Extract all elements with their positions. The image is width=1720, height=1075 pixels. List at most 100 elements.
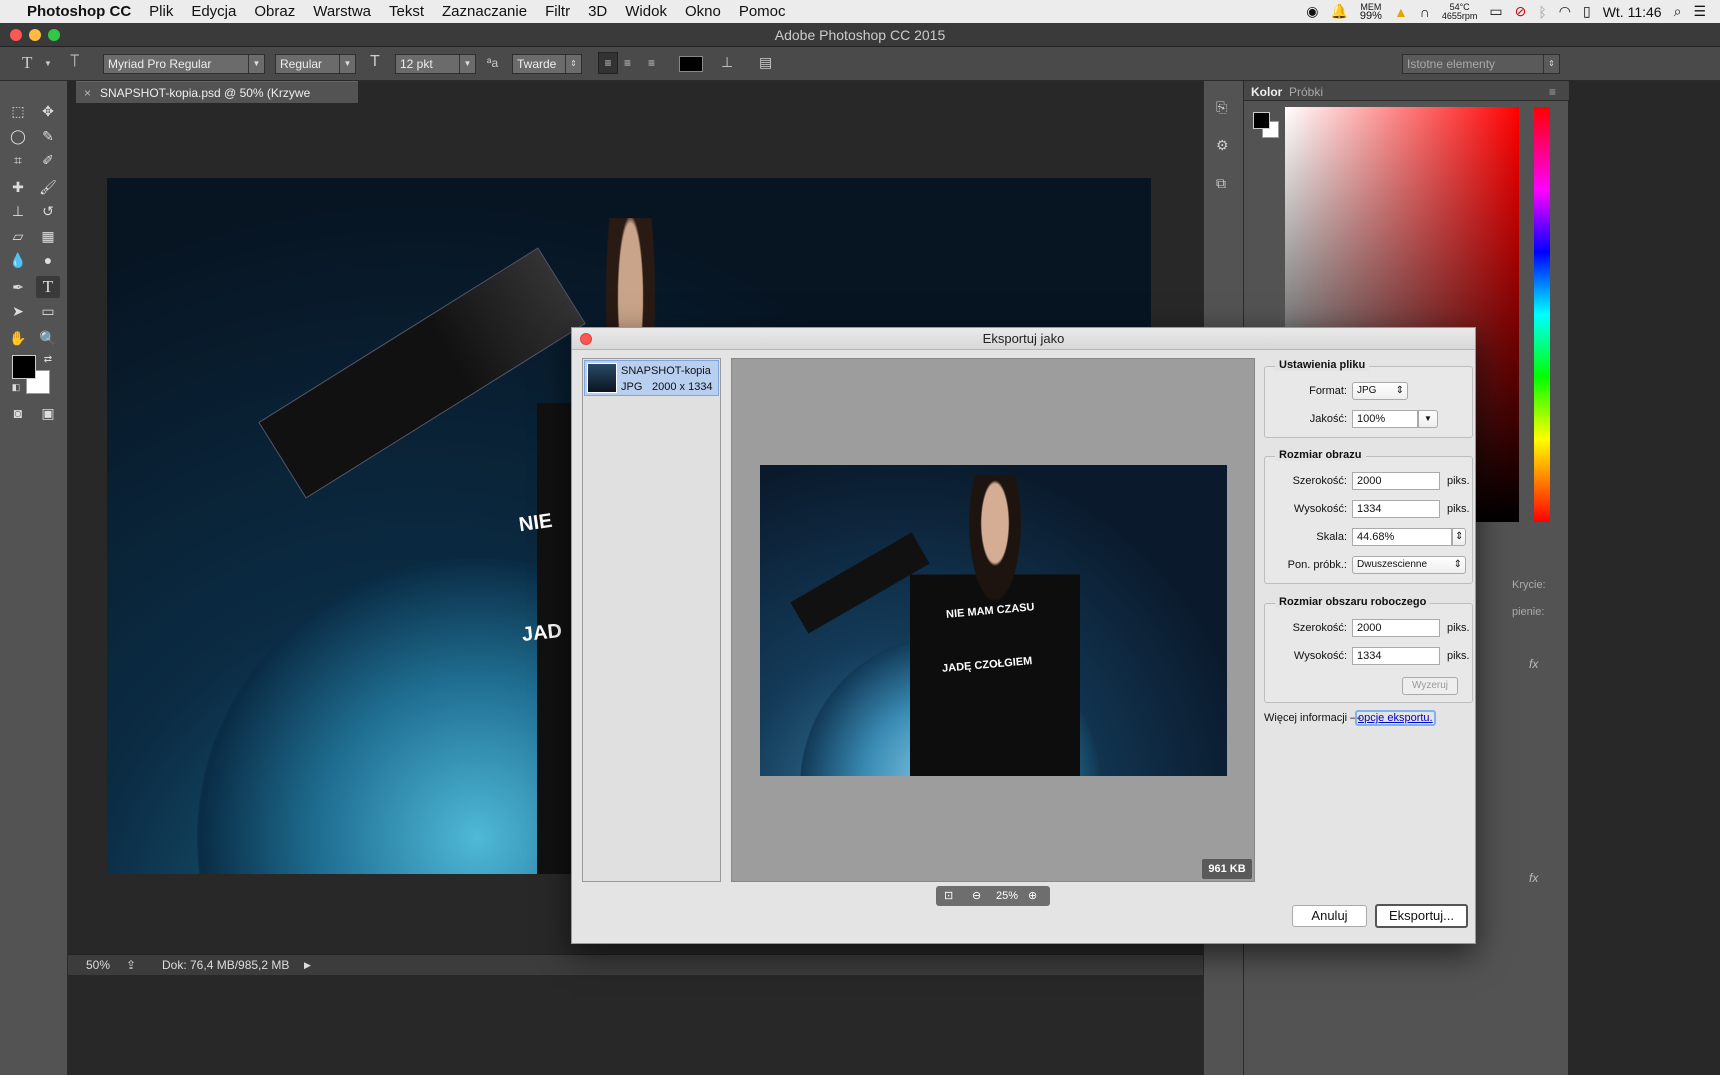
export-options-link[interactable]: opcje eksportu.: [1355, 710, 1436, 726]
wifi-icon[interactable]: ◠: [1559, 3, 1571, 20]
close-icon[interactable]: ×: [84, 82, 91, 104]
menu-filtr[interactable]: Filtr: [536, 3, 579, 20]
adjustments-panel-icon[interactable]: ⚙: [1216, 137, 1229, 154]
rectangle-tool-icon[interactable]: ▭: [36, 300, 60, 322]
tab-kolor[interactable]: Kolor: [1251, 85, 1282, 99]
shield-icon[interactable]: ∩: [1420, 4, 1430, 20]
spotlight-search-icon[interactable]: ⌕: [1674, 3, 1682, 20]
quality-dropdown-chevron-icon[interactable]: ▼: [1418, 410, 1438, 428]
zoom-out-icon[interactable]: ⊖: [972, 886, 981, 906]
panel-foreground-swatch[interactable]: [1253, 112, 1270, 129]
canvas-height-input[interactable]: 1334: [1352, 647, 1440, 665]
history-brush-tool-icon[interactable]: ↺: [36, 200, 60, 222]
swap-colors-icon[interactable]: ⇄: [36, 349, 60, 371]
quick-selection-tool-icon[interactable]: ✎: [36, 125, 60, 147]
quick-mask-icon[interactable]: ◙: [6, 402, 30, 424]
align-left-icon[interactable]: ≡: [598, 52, 618, 74]
eraser-tool-icon[interactable]: ▱: [6, 225, 30, 247]
window-close-button[interactable]: [10, 29, 22, 41]
memory-indicator[interactable]: MEM 99%: [1360, 2, 1382, 21]
text-color-swatch[interactable]: [679, 56, 703, 72]
align-right-icon[interactable]: ≡: [648, 56, 655, 70]
clone-stamp-tool-icon[interactable]: ⊥: [6, 200, 30, 222]
eyedropper-tool-icon[interactable]: ✐: [36, 149, 60, 171]
scale-stepper-icon[interactable]: ⇕: [1452, 528, 1466, 546]
screen-mode-icon[interactable]: ▣: [36, 402, 60, 424]
type-tool-icon[interactable]: T: [36, 276, 60, 298]
menu-okno[interactable]: Okno: [676, 3, 730, 20]
menu-plik[interactable]: Plik: [140, 3, 182, 20]
clock[interactable]: Wt. 11:46: [1603, 4, 1662, 20]
notification-center-icon[interactable]: ☰: [1693, 3, 1706, 20]
text-orientation-icon[interactable]: ⟙: [70, 53, 79, 71]
status-menu-arrow-icon[interactable]: ▶: [304, 955, 311, 976]
zoom-tool-icon[interactable]: 🔍: [36, 327, 60, 349]
scale-input[interactable]: 44.68%: [1352, 528, 1452, 546]
canvas-width-input[interactable]: 2000: [1352, 619, 1440, 637]
layer-fx-icon-2[interactable]: fx: [1529, 871, 1538, 885]
menu-zaznaczanie[interactable]: Zaznaczanie: [433, 3, 536, 20]
cancel-button[interactable]: Anuluj: [1292, 905, 1367, 927]
panel-menu-icon[interactable]: ≡: [1549, 85, 1556, 99]
zoom-level[interactable]: 50%: [86, 955, 110, 976]
align-center-icon[interactable]: ≡: [624, 56, 631, 70]
warp-text-icon[interactable]: ⊥: [721, 54, 733, 71]
hand-tool-icon[interactable]: ✋: [6, 327, 30, 349]
brush-tool-icon[interactable]: 🖌: [36, 176, 60, 198]
menu-3d[interactable]: 3D: [579, 3, 616, 20]
menu-tekst[interactable]: Tekst: [380, 3, 433, 20]
blur-tool-icon[interactable]: 💧: [6, 249, 30, 271]
menu-edycja[interactable]: Edycja: [182, 3, 245, 20]
window-minimize-button[interactable]: [29, 29, 41, 41]
menu-warstwa[interactable]: Warstwa: [304, 3, 380, 20]
layer-fx-icon[interactable]: fx: [1529, 657, 1538, 671]
tab-probki[interactable]: Próbki: [1289, 85, 1323, 99]
menu-pomoc[interactable]: Pomoc: [730, 3, 795, 20]
asset-list-item[interactable]: SNAPSHOT-kopia JPG 2000 x 1334: [584, 360, 719, 396]
history-panel-icon[interactable]: ⎘: [1216, 99, 1227, 116]
share-icon[interactable]: ⇪: [126, 955, 136, 976]
workspace-select[interactable]: Istotne elementy ⇕: [1402, 54, 1560, 74]
export-preview[interactable]: NIE MAM CZASU JADĘ CZOŁGIEM 961 KB: [731, 358, 1255, 882]
display-icon[interactable]: ▭: [1489, 3, 1502, 20]
warning-icon[interactable]: ▲: [1394, 4, 1408, 20]
notification-bell-icon[interactable]: 🔔: [1330, 3, 1347, 20]
font-size-select[interactable]: 12 pkt ▼: [395, 54, 476, 74]
dodge-tool-icon[interactable]: ●: [36, 249, 60, 271]
pen-tool-icon[interactable]: ✒: [6, 276, 30, 298]
menu-obraz[interactable]: Obraz: [245, 3, 304, 20]
creative-cloud-icon[interactable]: ◉: [1306, 3, 1318, 20]
font-family-select[interactable]: Myriad Pro Regular ▼: [103, 54, 265, 74]
quality-input[interactable]: 100%: [1352, 410, 1418, 428]
path-selection-tool-icon[interactable]: ➤: [6, 300, 30, 322]
resample-select[interactable]: Dwuszescienne ⇕: [1352, 556, 1466, 574]
temperature-indicator[interactable]: 54°C 4655rpm: [1442, 2, 1478, 21]
marquee-tool-icon[interactable]: ⬚: [6, 100, 30, 122]
crop-tool-icon[interactable]: ⌗: [6, 149, 30, 171]
battery-icon[interactable]: ▯: [1583, 3, 1591, 20]
export-button[interactable]: Eksportuj...: [1375, 904, 1468, 928]
menu-app-name[interactable]: Photoshop CC: [18, 3, 140, 20]
lasso-tool-icon[interactable]: ◯: [6, 125, 30, 147]
document-tab[interactable]: × SNAPSHOT-kopia.psd @ 50% (Krzywe 1,RGB…: [76, 81, 358, 122]
format-select[interactable]: JPG ⇕: [1352, 382, 1408, 400]
properties-panel-icon[interactable]: ⧉: [1216, 175, 1226, 192]
antialias-select[interactable]: Twarde ⇕: [512, 54, 582, 74]
font-style-select[interactable]: Regular ▼: [275, 54, 356, 74]
healing-brush-tool-icon[interactable]: ✚: [6, 176, 30, 198]
blocked-icon[interactable]: ⊘: [1515, 3, 1527, 20]
bluetooth-icon[interactable]: ᛒ: [1538, 4, 1546, 20]
default-colors-icon[interactable]: ◧: [4, 376, 28, 398]
preset-chevron-icon[interactable]: ▼: [44, 59, 52, 68]
hue-slider[interactable]: [1534, 107, 1550, 522]
dialog-close-button[interactable]: [580, 333, 592, 345]
image-width-input[interactable]: 2000: [1352, 472, 1440, 490]
window-zoom-button[interactable]: [48, 29, 60, 41]
type-tool-preset-icon[interactable]: T: [22, 53, 32, 73]
fit-view-icon[interactable]: ⊡: [944, 886, 953, 906]
zoom-in-icon[interactable]: ⊕: [1028, 886, 1037, 906]
menu-widok[interactable]: Widok: [616, 3, 676, 20]
character-panel-icon[interactable]: ▤: [759, 54, 772, 71]
move-tool-icon[interactable]: ✥: [36, 100, 60, 122]
image-height-input[interactable]: 1334: [1352, 500, 1440, 518]
